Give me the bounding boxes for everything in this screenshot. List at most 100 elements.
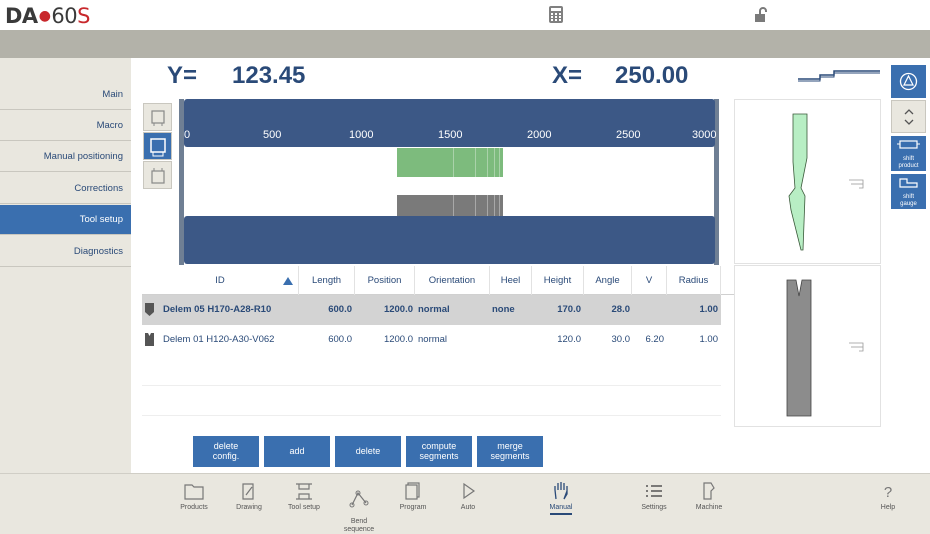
scale-tick: 3000: [692, 129, 717, 141]
shift-gauge-button[interactable]: shift gauge: [891, 174, 926, 209]
x-label: X=: [552, 62, 583, 89]
col-angle[interactable]: Angle: [584, 266, 632, 295]
cell-id: Delem 01 H120-A30-V062: [163, 334, 275, 345]
die-preview: [734, 265, 881, 427]
nav-bend-sequence[interactable]: Bend sequence: [340, 475, 378, 533]
die-row-icon: [145, 333, 154, 346]
punch-row-icon: [145, 303, 154, 316]
delete-config-button[interactable]: delete config.: [193, 436, 259, 467]
merge-segments-button[interactable]: merge segments: [477, 436, 543, 467]
both-view-icon: [150, 138, 166, 157]
scale-tick: 500: [263, 129, 282, 141]
shift-product-button[interactable]: shift product: [891, 136, 926, 171]
scale-tick: 2000: [527, 129, 552, 141]
sort-asc-icon[interactable]: [282, 276, 294, 286]
cell-v: [632, 295, 664, 325]
y-value: 123.45: [232, 62, 306, 89]
program-icon: [405, 482, 420, 500]
tools-icon: [296, 483, 312, 500]
add-button[interactable]: add: [264, 436, 330, 467]
scale-tick: 0: [184, 129, 191, 141]
nav-label: Settings: [641, 504, 667, 511]
col-height[interactable]: Height: [532, 266, 584, 295]
cell-v: 6.20: [645, 334, 665, 345]
cell-height: 120.0: [557, 334, 581, 345]
punch-segment[interactable]: [397, 148, 503, 177]
view-punch-button[interactable]: [143, 103, 172, 131]
col-orientation[interactable]: Orientation: [415, 266, 490, 295]
cell-angle: 28.0: [611, 304, 631, 315]
sidebar-item-corrections[interactable]: Corrections: [0, 174, 131, 204]
nav-label: Help: [880, 504, 896, 511]
top-bar: DA●60S: [0, 0, 930, 30]
shift-product-icon: [897, 140, 920, 149]
nav-products[interactable]: Products: [176, 475, 212, 521]
brand-name: DA: [5, 4, 38, 28]
nav-label: Program: [399, 504, 427, 511]
shift-gauge-label: shift gauge: [900, 194, 917, 207]
col-radius[interactable]: Radius: [667, 266, 721, 295]
cell-height: 170.0: [557, 304, 581, 315]
cell-orientation: normal: [418, 334, 448, 345]
nav-label: Manual: [549, 504, 573, 515]
cell-length: 600.0: [328, 304, 352, 315]
calculator-icon[interactable]: [549, 6, 563, 23]
punch-profile-icon: [788, 113, 864, 251]
bend-icon: [349, 490, 369, 508]
col-id[interactable]: ID: [142, 266, 299, 295]
shift-product-label: shift product: [898, 156, 919, 169]
nav-tool-setup[interactable]: Tool setup: [284, 475, 324, 521]
sidebar-item-manual-positioning[interactable]: Manual positioning: [0, 142, 131, 172]
compute-segments-button[interactable]: compute segments: [406, 436, 472, 467]
nav-auto[interactable]: Auto: [450, 475, 486, 521]
col-length[interactable]: Length: [299, 266, 355, 295]
nav-label: Bend sequence: [343, 518, 375, 534]
cell-heel: none: [492, 304, 515, 315]
nav-drawing[interactable]: Drawing: [231, 475, 267, 521]
svg-text:?: ?: [884, 484, 892, 501]
nav-label: Drawing: [236, 504, 262, 511]
pencil-icon: [242, 483, 254, 500]
row-divider: [142, 415, 721, 416]
col-position[interactable]: Position: [355, 266, 415, 295]
nav-settings[interactable]: Settings: [636, 475, 672, 521]
sidebar-item-diagnostics[interactable]: Diagnostics: [0, 237, 131, 267]
view-both-button[interactable]: [143, 132, 172, 160]
lower-beam: [184, 216, 715, 264]
scale-tick: 1500: [438, 129, 463, 141]
col-v[interactable]: V: [632, 266, 667, 295]
sidebar-item-macro[interactable]: Macro: [0, 111, 131, 141]
col-heel[interactable]: Heel: [490, 266, 532, 295]
x-value: 250.00: [615, 62, 689, 89]
brand-suffix: S: [77, 4, 90, 28]
scroll-updown-button[interactable]: [891, 100, 926, 133]
brand-model: 60: [51, 4, 78, 28]
cell-radius: 1.00: [699, 334, 719, 345]
table-row[interactable]: Delem 05 H170-A28-R10 600.0 1200.0 norma…: [142, 295, 721, 325]
cell-position: 1200.0: [383, 304, 413, 315]
position-indicator-icon: [798, 70, 880, 82]
cell-length: 600.0: [328, 334, 352, 345]
list-icon: [646, 485, 662, 497]
machine-icon: [703, 482, 715, 500]
scale-tick: 2500: [616, 129, 641, 141]
play-icon: [463, 482, 476, 500]
die-profile-icon: [786, 279, 864, 417]
unlock-icon[interactable]: [753, 7, 769, 23]
sidebar-item-main[interactable]: Main: [0, 80, 131, 110]
nav-program[interactable]: Program: [395, 475, 431, 521]
nav-machine[interactable]: Machine: [690, 475, 728, 521]
nav-manual[interactable]: Manual: [538, 475, 584, 521]
delete-button[interactable]: delete: [335, 436, 401, 467]
table-row[interactable]: Delem 01 H120-A30-V062 600.0 1200.0 norm…: [142, 325, 721, 355]
cell-radius: 1.00: [699, 304, 719, 315]
chevron-updown-icon: [904, 109, 914, 125]
sidebar-item-tool-setup[interactable]: Tool setup: [0, 205, 131, 235]
row-divider: [142, 385, 721, 386]
tool-library-button[interactable]: [891, 65, 926, 98]
view-die-button[interactable]: [143, 161, 172, 189]
nav-help[interactable]: ? Help: [870, 475, 906, 521]
die-segment[interactable]: [397, 195, 503, 216]
sidebar: Main Macro Manual positioning Correction…: [0, 58, 131, 473]
tool-table-header: ID Length Position Orientation Heel Heig…: [142, 266, 734, 295]
